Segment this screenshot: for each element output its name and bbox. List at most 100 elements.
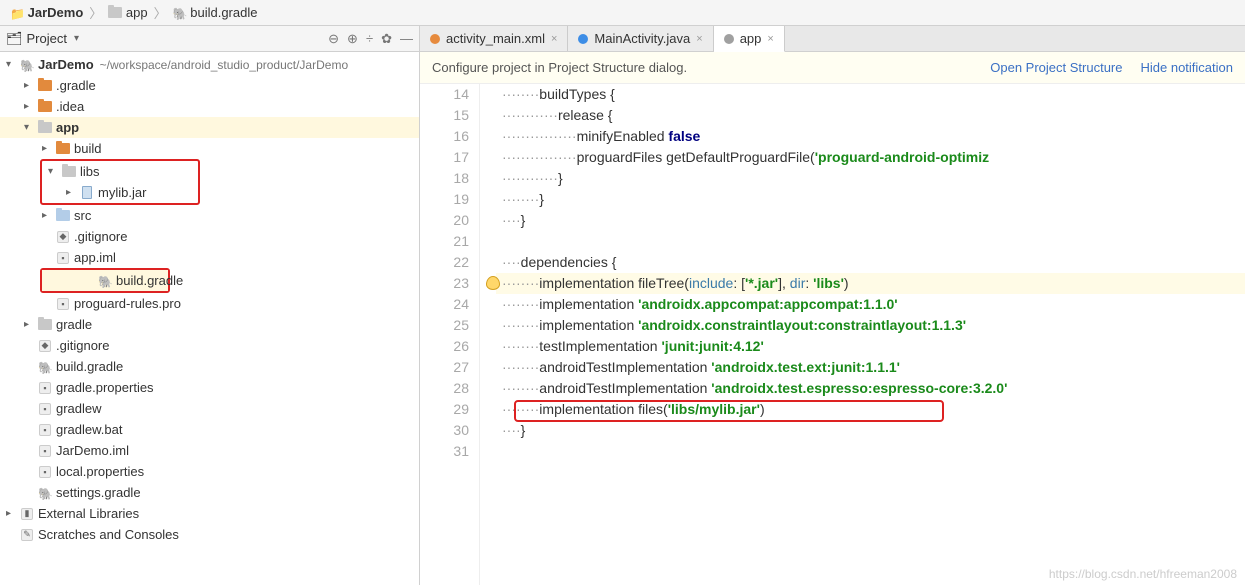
code-line[interactable]: ········implementation 'androidx.constra… — [496, 315, 1245, 336]
tree-item[interactable]: 🐘settings.gradle — [0, 482, 419, 503]
collapse-all-icon[interactable]: ⊖ — [328, 31, 339, 47]
line-gutter: 141516171819202122232425262728293031 — [420, 84, 480, 585]
tree-item-label: .gradle — [54, 78, 96, 93]
tree-item[interactable]: ▾🐘JarDemo~/workspace/android_studio_prod… — [0, 54, 419, 75]
code-line[interactable]: ········implementation fileTree(include:… — [496, 273, 1245, 294]
hide-icon[interactable]: — — [400, 31, 413, 47]
tree-chevron[interactable]: ▸ — [66, 187, 78, 198]
code-line[interactable]: ········buildTypes { — [496, 84, 1245, 105]
tree-item[interactable]: ▸ mylib.jar — [42, 182, 198, 203]
tree-item[interactable]: ▸ build — [0, 138, 419, 159]
tree-chevron[interactable]: ▸ — [24, 80, 36, 91]
close-icon[interactable]: × — [696, 33, 702, 45]
breadcrumb-item[interactable]: app — [104, 5, 151, 20]
tree-chevron[interactable]: ▾ — [48, 166, 60, 177]
gradle-icon: 🐘 — [98, 275, 112, 287]
project-tool-window: 🗂 Project▾ ⊖ ⊕ ÷ ✿ — ▾🐘JarDemo~/workspac… — [0, 26, 420, 585]
code-line[interactable]: ············release { — [496, 105, 1245, 126]
tree-item-label: build — [72, 141, 101, 156]
tree-item[interactable]: ▸ gradle — [0, 314, 419, 335]
tree-item-label: libs — [78, 164, 100, 179]
java-icon — [578, 34, 588, 44]
code-line[interactable]: ····} — [496, 420, 1245, 441]
code-line[interactable]: ········} — [496, 189, 1245, 210]
tree-chevron[interactable]: ▸ — [24, 319, 36, 330]
code-line[interactable]: ················proguardFiles getDefault… — [496, 147, 1245, 168]
tree-chevron[interactable]: ▸ — [42, 143, 54, 154]
tree-chevron[interactable]: ▸ — [24, 101, 36, 112]
tree-item[interactable]: ▪proguard-rules.pro — [0, 293, 419, 314]
gitignore-icon: ◆ — [57, 231, 69, 243]
tree-chevron[interactable]: ▾ — [6, 59, 18, 70]
breadcrumb-item[interactable]: 📁 JarDemo — [6, 5, 87, 20]
folder-icon — [38, 80, 52, 91]
code-line[interactable]: ········implementation 'androidx.appcomp… — [496, 294, 1245, 315]
line-number: 21 — [420, 231, 469, 252]
intention-bulb-icon[interactable] — [486, 276, 500, 290]
tree-item-label: .gitignore — [72, 229, 127, 244]
module-icon — [108, 7, 122, 18]
editor-tab[interactable]: activity_main.xml× — [420, 26, 568, 51]
tree-item-label: src — [72, 208, 91, 223]
close-icon[interactable]: × — [551, 33, 557, 45]
tree-item[interactable]: 🐘build.gradle — [42, 270, 168, 291]
editor-tabs: activity_main.xml×MainActivity.java× app × — [420, 26, 1245, 52]
tree-item-label: build.gradle — [54, 359, 123, 374]
folder-icon — [62, 166, 76, 177]
breadcrumb-item[interactable]: 🐘 build.gradle — [169, 5, 262, 20]
code-line[interactable]: ····} — [496, 210, 1245, 231]
select-opened-icon[interactable]: ⊕ — [347, 31, 358, 47]
tree-item[interactable]: ◆.gitignore — [0, 335, 419, 356]
code-line[interactable] — [496, 441, 1245, 462]
tree-item-label: gradlew — [54, 401, 102, 416]
tree-item[interactable]: ▸.idea — [0, 96, 419, 117]
folder-icon — [56, 143, 70, 154]
divide-icon[interactable]: ÷ — [366, 31, 373, 47]
fold-gutter[interactable] — [480, 84, 496, 585]
xml-icon — [430, 34, 440, 44]
project-view-selector[interactable]: 🗂 Project▾ — [6, 31, 328, 47]
tree-item[interactable]: ▪JarDemo.iml — [0, 440, 419, 461]
code-line[interactable]: ········testImplementation 'junit:junit:… — [496, 336, 1245, 357]
close-icon[interactable]: × — [767, 33, 773, 45]
gear-icon[interactable]: ✿ — [381, 31, 392, 47]
tree-item[interactable]: ▪gradlew — [0, 398, 419, 419]
breadcrumb-sep: 〉 — [152, 3, 169, 22]
tree-item[interactable]: ▸▮External Libraries — [0, 503, 419, 524]
tree-item-label: mylib.jar — [96, 185, 146, 200]
editor-tab[interactable]: app × — [714, 26, 785, 52]
tree-chevron[interactable]: ▾ — [24, 122, 36, 133]
tree-item-label: gradle — [54, 317, 92, 332]
tree-item[interactable]: ◆.gitignore — [0, 226, 419, 247]
code-line[interactable]: ········implementation files('libs/mylib… — [496, 399, 1245, 420]
editor-tab[interactable]: MainActivity.java× — [568, 26, 713, 51]
code-line[interactable]: ····dependencies { — [496, 252, 1245, 273]
tree-item[interactable]: ▪gradlew.bat — [0, 419, 419, 440]
tree-item[interactable]: ▸ src — [0, 205, 419, 226]
open-project-structure-link[interactable]: Open Project Structure — [990, 60, 1122, 75]
code-line[interactable]: ············} — [496, 168, 1245, 189]
code-line[interactable]: ········androidTestImplementation 'andro… — [496, 357, 1245, 378]
tree-item[interactable]: ▸ .gradle — [0, 75, 419, 96]
tree-item[interactable]: 🐘build.gradle — [0, 356, 419, 377]
tree-chevron[interactable]: ▸ — [6, 508, 18, 519]
code-lines[interactable]: ········buildTypes {············release … — [496, 84, 1245, 585]
tree-item[interactable]: ▪gradle.properties — [0, 377, 419, 398]
tree-item[interactable]: ▪app.iml — [0, 247, 419, 268]
tree-item[interactable]: ▪local.properties — [0, 461, 419, 482]
code-line[interactable] — [496, 231, 1245, 252]
tree-chevron[interactable]: ▸ — [42, 210, 54, 221]
tab-label: app — [740, 31, 762, 46]
code-line[interactable]: ········androidTestImplementation 'andro… — [496, 378, 1245, 399]
hide-notification-link[interactable]: Hide notification — [1141, 60, 1234, 75]
tree-item[interactable]: ▾ libs — [42, 161, 198, 182]
code-editor[interactable]: 141516171819202122232425262728293031 ···… — [420, 84, 1245, 585]
code-line[interactable]: ················minifyEnabled false — [496, 126, 1245, 147]
breadcrumb-bar: 📁 JarDemo 〉 app 〉 🐘 build.gradle — [0, 0, 1245, 26]
file-icon: ▪ — [39, 382, 51, 394]
project-icon: 📁 — [10, 7, 24, 19]
line-number: 14 — [420, 84, 469, 105]
tree-item[interactable]: ✎Scratches and Consoles — [0, 524, 419, 545]
project-tree[interactable]: ▾🐘JarDemo~/workspace/android_studio_prod… — [0, 52, 419, 585]
tree-item[interactable]: ▾app — [0, 117, 419, 138]
